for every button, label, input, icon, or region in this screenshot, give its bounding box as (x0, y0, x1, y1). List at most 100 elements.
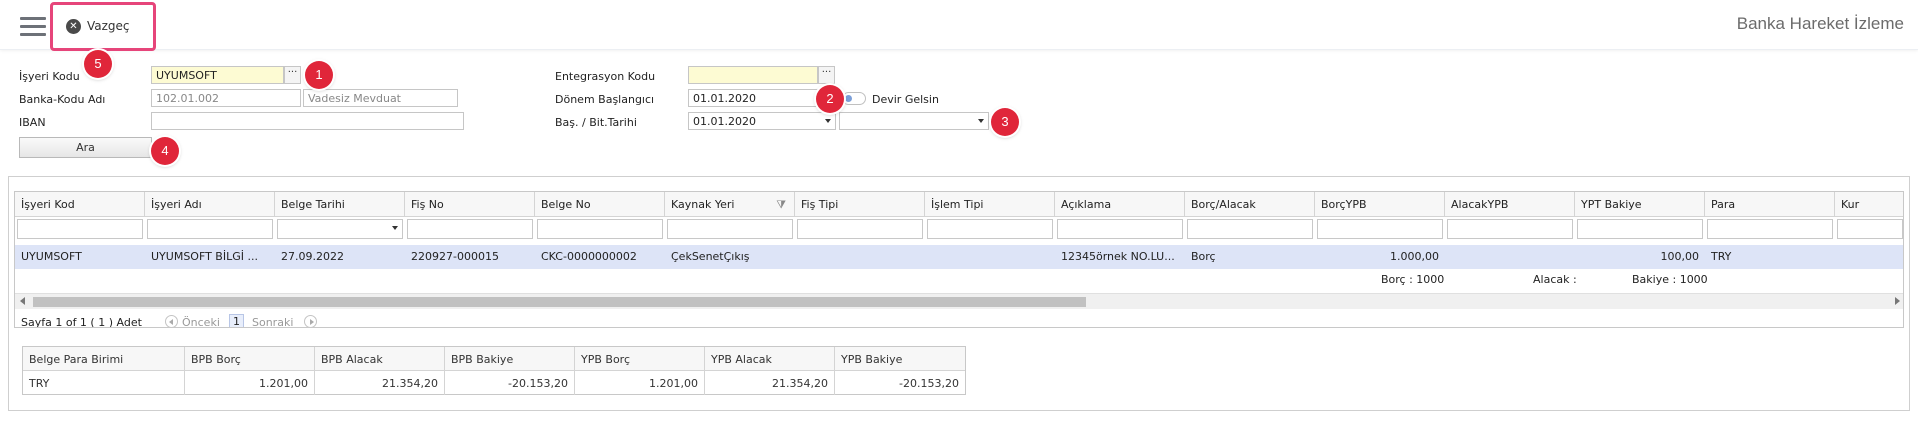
column-header[interactable]: Kur (1835, 192, 1903, 217)
page-number[interactable]: 1 (229, 314, 244, 327)
column-header[interactable]: Fiş Tipi (795, 192, 925, 217)
filter-input[interactable] (17, 219, 143, 239)
column-header[interactable]: YPB Alacak (705, 347, 835, 371)
bas-tarih-value: 01.01.2020 (693, 115, 756, 128)
devir-label: Devir Gelsin (872, 93, 939, 106)
bas-tarih-select[interactable]: 01.01.2020 (688, 112, 836, 130)
annotation-badge-1: 1 (305, 61, 333, 89)
filter-input[interactable] (667, 219, 793, 239)
column-header[interactable]: Fiş No (405, 192, 535, 217)
column-header[interactable]: BPB Borç (185, 347, 315, 371)
column-header[interactable]: YPB Borç (575, 347, 705, 371)
prev-page-icon[interactable] (165, 315, 178, 327)
close-circle-icon: ✕ (66, 18, 81, 34)
banka-kodu-input[interactable]: 102.01.002 (151, 89, 301, 107)
cell-para: TRY (1711, 250, 1732, 263)
isyeri-kodu-input[interactable]: UYUMSOFT (151, 66, 284, 84)
menu-icon[interactable] (20, 17, 46, 36)
summary-cell: 21.354,20 (315, 371, 445, 395)
isyeri-kodu-lookup-button[interactable]: ··· (284, 66, 301, 84)
tarih-label: Baş. / Bit.Tarihi (555, 116, 637, 129)
annotation-badge-2: 2 (816, 85, 844, 113)
iban-label: IBAN (19, 116, 46, 129)
entegrasyon-lookup-button[interactable]: ··· (818, 66, 835, 84)
column-header[interactable]: İşyeri Adı (145, 192, 275, 217)
column-header[interactable]: Açıklama (1055, 192, 1185, 217)
cancel-button-label: Vazgeç (87, 19, 130, 33)
cell-fis-no: 220927-000015 (411, 250, 499, 263)
column-header[interactable]: BPB Alacak (315, 347, 445, 371)
movements-grid: İşyeri Kod İşyeri Adı Belge Tarihi Fiş N… (14, 191, 1904, 328)
column-header[interactable]: YPT Bakiye (1575, 192, 1705, 217)
filter-input[interactable] (407, 219, 533, 239)
summary-cell: TRY (23, 371, 185, 395)
filter-input[interactable] (1187, 219, 1313, 239)
filter-input[interactable] (1447, 219, 1573, 239)
filter-input[interactable] (797, 219, 923, 239)
next-page-button[interactable]: Sonraki (252, 316, 293, 327)
chevron-down-icon (392, 226, 398, 230)
filter-icon[interactable]: ⧩ (776, 198, 786, 212)
summary-cell: 1.201,00 (575, 371, 705, 395)
annotation-badge-3: 3 (991, 108, 1019, 136)
column-header[interactable]: Belge Para Birimi (23, 347, 185, 371)
filter-input[interactable] (537, 219, 663, 239)
filter-input[interactable] (927, 219, 1053, 239)
horizontal-scrollbar[interactable] (15, 293, 1903, 309)
cell-isyeri-adi: UYUMSOFT BİLGİ ... (151, 250, 258, 263)
column-header-kaynak[interactable]: Kaynak Yeri ⧩ (665, 192, 795, 217)
filter-input[interactable] (1837, 219, 1903, 239)
filter-input[interactable] (1577, 219, 1703, 239)
filter-input[interactable] (1057, 219, 1183, 239)
cell-borc-alacak: Borç (1191, 250, 1216, 263)
column-header[interactable]: BPB Bakiye (445, 347, 575, 371)
cancel-button[interactable]: ✕ Vazgeç (66, 17, 130, 35)
donem-input[interactable]: 01.01.2020 (688, 89, 818, 107)
summary-cell: -20.153,20 (445, 371, 575, 395)
scroll-right-icon[interactable] (1895, 297, 1900, 305)
column-header[interactable]: YPB Bakiye (835, 347, 965, 371)
scrollbar-thumb[interactable] (33, 297, 1086, 307)
column-header[interactable]: Para (1705, 192, 1835, 217)
pager-info: Sayfa 1 of 1 ( 1 ) Adet (21, 316, 142, 328)
column-header[interactable]: İşlem Tipi (925, 192, 1055, 217)
summary-cell: -20.153,20 (899, 377, 959, 390)
scroll-left-icon[interactable] (20, 297, 25, 305)
cell-kaynak-yeri: ÇekSenetÇıkış (671, 250, 750, 263)
summary-borc: Borç : 1000 (1381, 273, 1445, 286)
donem-label: Dönem Başlangıcı (555, 93, 655, 106)
devir-toggle[interactable] (842, 92, 866, 105)
entegrasyon-label: Entegrasyon Kodu (555, 70, 656, 83)
column-header[interactable]: BorçYPB (1315, 192, 1445, 217)
filter-input[interactable] (1317, 219, 1443, 239)
filter-input[interactable] (1707, 219, 1833, 239)
column-header[interactable]: AlacakYPB (1445, 192, 1575, 217)
chevron-down-icon (978, 119, 984, 123)
chevron-down-icon (825, 119, 831, 123)
annotation-badge-4: 4 (151, 137, 179, 165)
search-button[interactable]: Ara (19, 137, 152, 158)
summary-cell: 1.201,00 (185, 371, 315, 395)
isyeri-kodu-label: İşyeri Kodu (19, 70, 80, 83)
banka-adi-input[interactable]: Vadesiz Mevduat (303, 89, 458, 107)
bit-tarih-select[interactable] (839, 112, 989, 130)
summary-alacak: Alacak : (1533, 273, 1577, 286)
cell-belge-tarihi: 27.09.2022 (281, 250, 344, 263)
iban-input[interactable] (151, 112, 464, 130)
prev-page-button[interactable]: Önceki (182, 316, 220, 327)
cell-aciklama: 12345örnek NO.LU... (1061, 250, 1175, 263)
column-header[interactable]: İşyeri Kod (15, 192, 145, 217)
column-header[interactable]: Borç/Alacak (1185, 192, 1315, 217)
next-page-icon[interactable] (304, 315, 317, 327)
cell-isyeri-kod: UYUMSOFT (21, 250, 82, 263)
column-header[interactable]: Belge No (535, 192, 665, 217)
summary-bakiye: Bakiye : 1000 (1632, 273, 1708, 286)
cell-ypt-bakiye: 100,00 (1660, 250, 1700, 263)
filter-input[interactable] (147, 219, 273, 239)
entegrasyon-input[interactable] (688, 66, 818, 84)
column-header[interactable]: Belge Tarihi (275, 192, 405, 217)
column-header-label: Kaynak Yeri (671, 198, 735, 211)
cell-borc-ypb: 1.000,00 (1390, 250, 1439, 263)
currency-summary-grid: Belge Para Birimi BPB Borç BPB Alacak BP… (22, 346, 966, 395)
filter-date-select[interactable] (277, 219, 403, 239)
